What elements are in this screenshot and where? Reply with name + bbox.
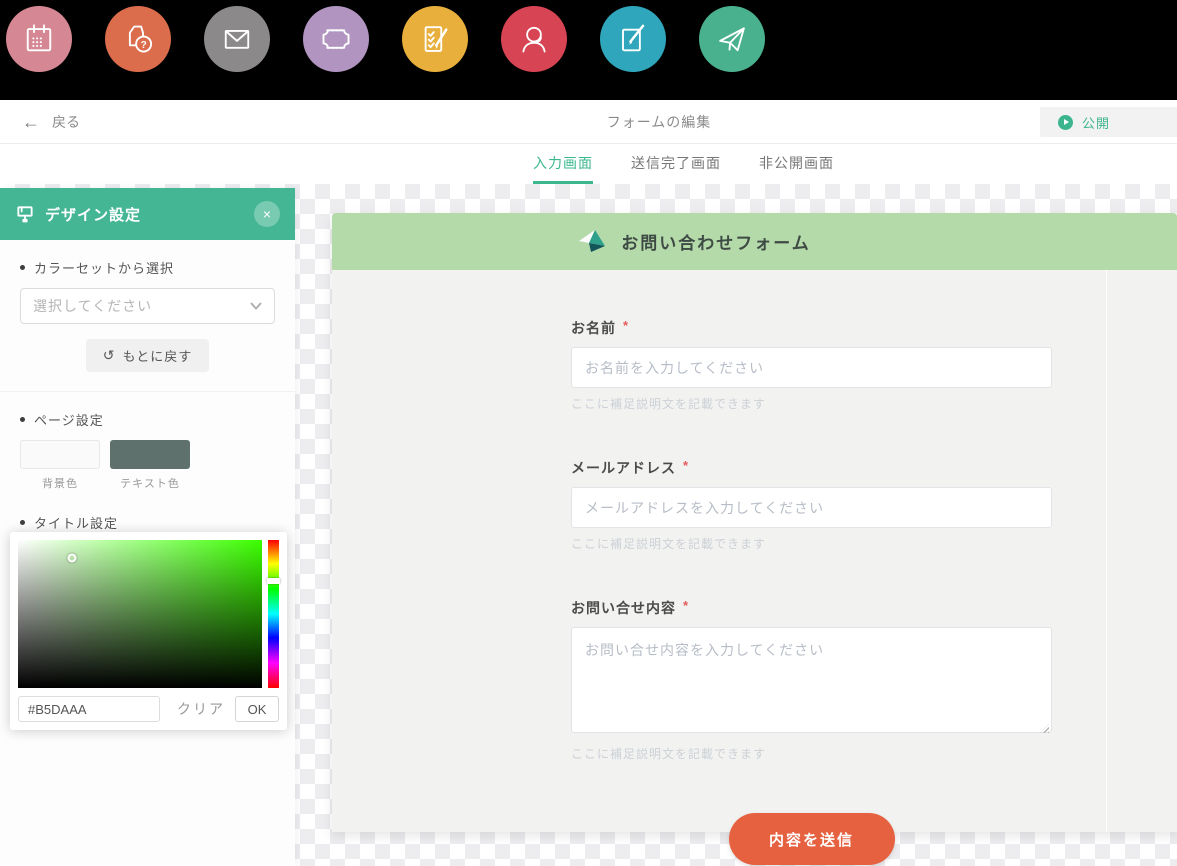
field-inquiry-label: お問い合せ内容* [571,598,1052,618]
field-email-helper: ここに補足説明文を記載できます [571,535,1052,552]
required-mark: * [683,458,689,473]
hue-slider[interactable] [268,540,279,688]
color-set-select-value: 選択してください [33,296,152,316]
bullet-icon [20,520,25,525]
publish-play-icon [1058,115,1073,130]
editor-canvas: デザイン設定 × カラーセットから選択 選択してください ↺ もとに戻す ページ… [0,184,1177,866]
paper-plane-icon[interactable] [699,6,765,72]
reset-button[interactable]: ↺ もとに戻す [86,339,209,372]
saturation-cursor[interactable] [67,553,76,562]
field-name-helper: ここに補足説明文を記載できます [571,395,1052,412]
design-panel-title: デザイン設定 [45,204,141,225]
design-panel-header: デザイン設定 × [0,188,295,240]
bag-question-icon[interactable]: ? [105,6,171,72]
tab-input-screen[interactable]: 入力画面 [533,144,593,184]
tab-private-screen[interactable]: 非公開画面 [759,144,834,184]
required-mark: * [623,318,629,333]
field-inquiry-helper: ここに補足説明文を記載できます [571,745,1052,762]
page-background-swatch[interactable] [20,440,100,469]
color-picker-popup: クリア OK [10,532,287,730]
name-input[interactable] [571,347,1052,388]
field-name: お名前* ここに補足説明文を記載できます [571,318,1052,412]
design-settings-panel: デザイン設定 × カラーセットから選択 選択してください ↺ もとに戻す ページ… [0,188,295,866]
screen-tabbar: 入力画面 送信完了画面 非公開画面 [0,144,1177,184]
hex-color-input[interactable] [18,696,160,722]
back-label: 戻る [52,112,80,132]
reset-label: もとに戻す [122,346,192,365]
hue-slider-handle[interactable] [267,578,280,584]
page-title: フォームの編集 [607,112,712,132]
editor-header: ← 戻る フォームの編集 公開 [0,100,1177,144]
support-person-icon[interactable] [501,6,567,72]
publish-label: 公開 [1082,113,1110,132]
inquiry-textarea[interactable] [571,627,1052,733]
form-logo-plane-icon [578,229,608,255]
close-icon[interactable]: × [254,201,280,227]
panel-divider [0,391,295,392]
required-mark: * [683,598,689,613]
page-background-swatch-label: 背景色 [20,475,100,491]
publish-button[interactable]: 公開 [1040,107,1177,137]
ticket-icon[interactable] [303,6,369,72]
ok-button[interactable]: OK [235,696,279,722]
compose-icon[interactable] [600,6,666,72]
field-inquiry: お問い合せ内容* ここに補足説明文を記載できます [571,598,1052,762]
calendar-icon[interactable] [6,6,72,72]
page-section-label: ページ設定 [20,410,275,429]
form-body: お名前* ここに補足説明文を記載できます メールアドレス* ここに補足説明文を記… [332,270,1177,865]
svg-text:?: ? [141,40,147,51]
page-text-swatch[interactable] [110,440,190,469]
page-swatch-row: 背景色 テキスト色 [20,440,275,491]
palette-icon [15,204,35,224]
field-name-label: お名前* [571,318,1052,338]
form-preview-card: お問い合わせフォーム お名前* ここに補足説明文を記載できます メールアドレス*… [332,213,1177,832]
color-set-section-label: カラーセットから選択 [20,258,275,277]
title-section-label: タイトル設定 [20,513,275,532]
saturation-area[interactable] [18,540,262,688]
clear-button[interactable]: クリア [177,699,225,719]
bullet-icon [20,265,25,270]
color-set-select[interactable]: 選択してください [20,288,275,324]
back-arrow-icon: ← [22,113,40,131]
envelope-icon[interactable] [204,6,270,72]
field-email-label: メールアドレス* [571,458,1052,478]
field-email: メールアドレス* ここに補足説明文を記載できます [571,458,1052,552]
email-input[interactable] [571,487,1052,528]
submit-button[interactable]: 内容を送信 [729,813,895,865]
bullet-icon [20,417,25,422]
back-button[interactable]: ← 戻る [22,112,80,132]
tab-complete-screen[interactable]: 送信完了画面 [631,144,721,184]
form-title: お問い合わせフォーム [621,229,811,254]
column-divider [1106,270,1107,832]
app-bar: ? [0,0,1177,100]
checklist-icon[interactable] [402,6,468,72]
form-header: お問い合わせフォーム [332,213,1177,270]
chevron-down-icon [250,302,262,310]
page-text-swatch-label: テキスト色 [110,475,190,491]
undo-icon: ↺ [103,347,116,364]
